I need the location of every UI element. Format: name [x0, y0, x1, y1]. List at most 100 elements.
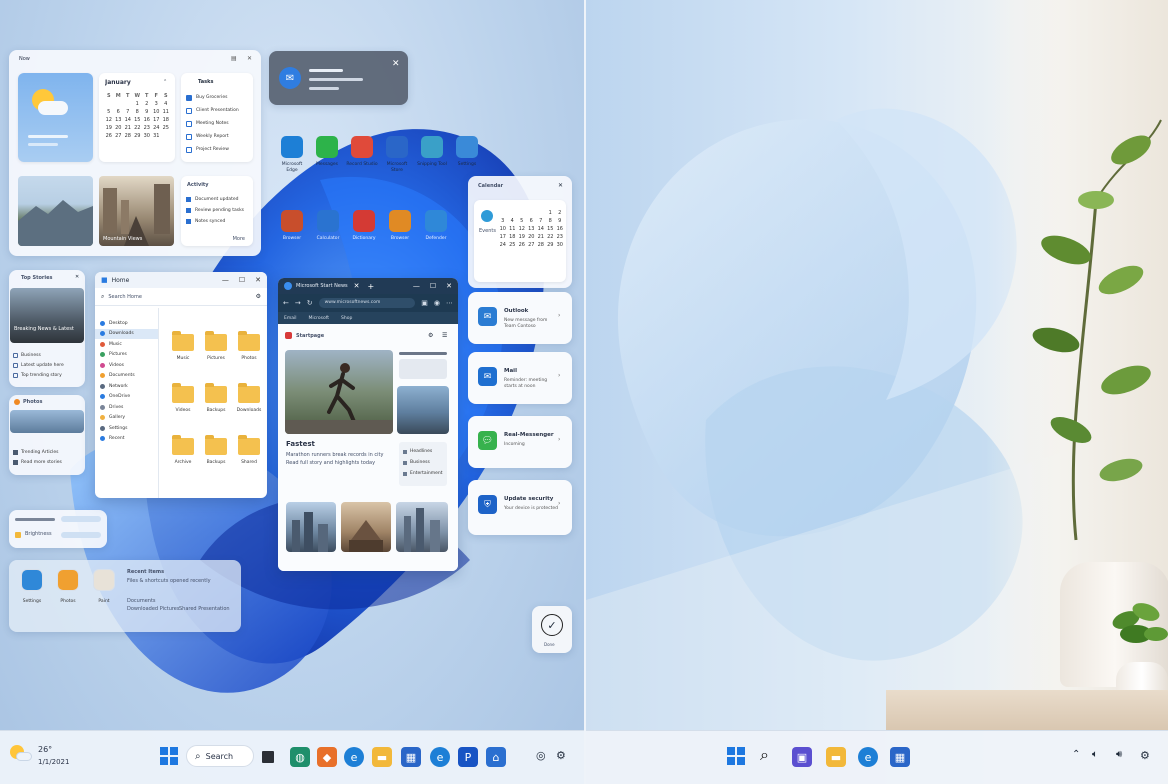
address-bar[interactable]: www.microsoftnews.com [318, 298, 416, 308]
speaker-icon[interactable]: 🔈︎ [1092, 749, 1098, 760]
desktop-icon[interactable]: Microsoft Edge [276, 136, 308, 180]
sidebar-item[interactable]: Documents [95, 371, 158, 382]
browser-window[interactable]: Microsoft Start News ✕ + — ☐ ✕ ← → ↻ www.m… [278, 278, 458, 571]
side-item[interactable]: Business [403, 457, 443, 468]
calendar-day[interactable]: 5 [104, 109, 114, 115]
sidebar-item[interactable]: OneDrive [95, 392, 158, 403]
news-widget[interactable]: Top Stories ✕ Breaking News & Latest Bus… [9, 270, 85, 387]
store-icon[interactable]: ▦ [401, 747, 421, 767]
calendar-day[interactable]: 25 [508, 242, 518, 248]
calendar-card[interactable]: January ⌃ S M T W T F S 1 2 3 4 5 6 7 8 9 10 11 12 13 14 15 16… [99, 73, 175, 162]
calendar-day[interactable]: 8 [546, 218, 556, 224]
calendar-day[interactable]: 17 [498, 234, 508, 240]
calendar-day[interactable]: 9 [555, 218, 565, 224]
calendar-day[interactable]: 10 [152, 109, 162, 115]
lake-photo[interactable] [397, 386, 449, 434]
sidebar-item[interactable]: Pictures [95, 350, 158, 361]
widgets-menu-icon[interactable]: ▤ [231, 55, 237, 62]
settings-icon[interactable]: ⚙ [1140, 749, 1150, 762]
calendar-day[interactable] [508, 210, 518, 216]
landscape-photo[interactable] [18, 176, 93, 246]
calendar-day[interactable]: 12 [517, 226, 527, 232]
calendar-day[interactable]: 27 [114, 133, 124, 139]
checkbox-icon[interactable] [186, 133, 192, 140]
bookmark-item[interactable]: Microsoft [309, 316, 329, 321]
settings-icon[interactable]: ⚙ [256, 293, 261, 300]
settings-icon[interactable]: ⚙ [556, 749, 566, 762]
calendar-day[interactable]: 9 [142, 109, 152, 115]
checkbox-icon[interactable] [186, 146, 192, 153]
widgets-close-icon[interactable]: ✕ [247, 55, 252, 62]
menu-icon[interactable]: ☰ [442, 332, 447, 339]
activity-more[interactable]: More [233, 236, 245, 242]
recent-app[interactable]: Settings [17, 569, 47, 623]
refresh-icon[interactable]: ↻ [307, 299, 313, 307]
sidebar-item[interactable]: Downloads [95, 328, 158, 339]
browser-titlebar[interactable]: Microsoft Start News ✕ + — ☐ ✕ [278, 278, 458, 294]
calendar-day[interactable]: 13 [114, 117, 124, 123]
sidebar-item[interactable]: Settings [95, 423, 158, 434]
folder-item[interactable]: Shared [234, 434, 264, 474]
news-item[interactable]: Top trending story [13, 370, 83, 380]
recent-line[interactable]: Documents [127, 598, 156, 604]
todo-item[interactable]: Buy Groceries [186, 91, 250, 104]
calendar-day[interactable]: 1 [546, 210, 556, 216]
volume-icon[interactable]: 🔊︎ [1116, 749, 1122, 760]
calendar-day[interactable]: 18 [508, 234, 518, 240]
file-explorer-icon[interactable]: ▬ [826, 747, 846, 767]
activity-item[interactable]: Notes synced [186, 216, 250, 227]
checkbox-icon[interactable] [186, 120, 192, 127]
calendar-day[interactable]: 31 [152, 133, 162, 139]
settings-icon[interactable]: ⚙ [428, 332, 433, 339]
recent-line[interactable]: Shared Presentation [179, 606, 230, 612]
maximize-icon[interactable]: ☐ [430, 282, 436, 290]
store-icon[interactable]: ▦ [890, 747, 910, 767]
calendar-day[interactable]: 2 [555, 210, 565, 216]
more-icon[interactable]: ⋯ [446, 299, 453, 307]
calendar-nav-icon[interactable]: ⌃ [163, 79, 167, 85]
weather-card[interactable] [18, 73, 93, 162]
calendar-day[interactable]: 23 [142, 125, 152, 131]
calendar-day[interactable]: 25 [161, 125, 171, 131]
done-button[interactable]: ✓ Done [532, 606, 572, 653]
desktop-icon[interactable]: Browser [384, 210, 416, 246]
desktop-icon[interactable]: Calculator [312, 210, 344, 246]
chevron-up-icon[interactable]: ⌃ [1072, 749, 1080, 760]
photos-item[interactable]: Read more stories [13, 457, 83, 467]
calendar-day[interactable]: 18 [161, 117, 171, 123]
desktop-icon[interactable]: Defender [420, 210, 452, 246]
back-icon[interactable]: ← [283, 299, 289, 307]
calendar-day[interactable]: 10 [498, 226, 508, 232]
widgets-icon[interactable]: ◎ [536, 749, 546, 762]
publisher-icon[interactable]: P [458, 747, 478, 767]
notification-card[interactable]: ✉ Outlook New message from Team Contoso › [468, 292, 572, 344]
desktop-icon[interactable]: Browser [276, 210, 308, 246]
calendar-day[interactable] [536, 210, 546, 216]
calendar-day[interactable]: 19 [517, 234, 527, 240]
calendar-day[interactable]: 4 [161, 101, 171, 107]
side-item[interactable]: Entertainment [403, 468, 443, 479]
sidebar-item[interactable]: Drives [95, 402, 158, 413]
sidebar-item[interactable]: Recent [95, 434, 158, 445]
recent-line[interactable]: Downloaded Pictures [127, 606, 180, 612]
calendar-day[interactable]: 12 [104, 117, 114, 123]
skyline-photo[interactable] [286, 502, 336, 552]
new-tab-icon[interactable]: + [368, 282, 375, 291]
calendar-day[interactable] [123, 101, 133, 107]
profile-icon[interactable]: ◉ [434, 299, 440, 307]
calendar-day[interactable]: 13 [527, 226, 537, 232]
desktop-icon[interactable]: Microsoft Store [381, 136, 413, 180]
close-icon[interactable]: ✕ [446, 282, 452, 290]
chevron-right-icon[interactable]: › [558, 372, 560, 379]
calendar-day[interactable]: 6 [114, 109, 124, 115]
sidebar-item[interactable]: Desktop [95, 318, 158, 329]
calendar-day[interactable] [517, 210, 527, 216]
edge-icon[interactable]: e [858, 747, 878, 767]
desktop-icon[interactable]: Record Studio [346, 136, 378, 180]
search-icon[interactable]: ⌕ [760, 745, 769, 765]
minimize-icon[interactable]: — [413, 282, 420, 290]
runner-photo[interactable] [285, 350, 393, 434]
calendar-day[interactable]: 11 [161, 109, 171, 115]
todo-item[interactable]: Project Review [186, 143, 250, 156]
news-photo[interactable]: Breaking News & Latest [10, 288, 84, 343]
